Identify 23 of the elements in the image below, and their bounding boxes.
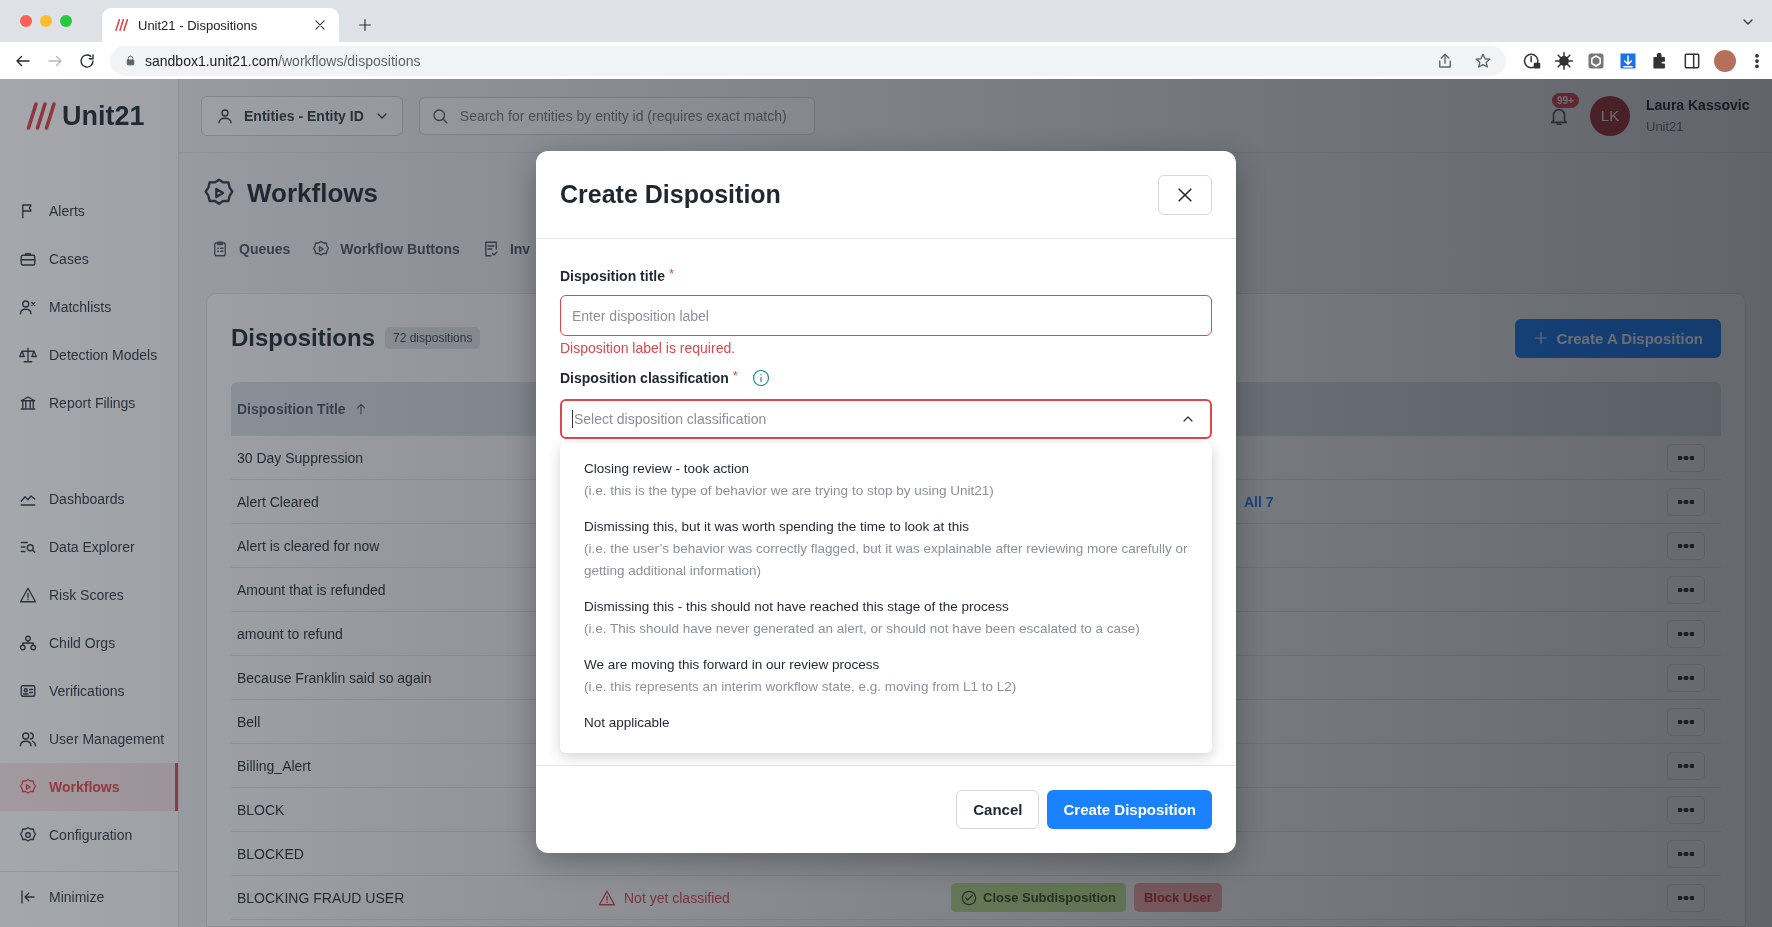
table-cell-text: 30 Day Suppression [236,449,365,466]
url-text: sandbox1.unit21.com/workflows/dispositions [145,52,421,69]
page-title: Workflows [247,177,378,209]
count-badge: 72 dispositions [385,327,481,349]
field-label: Disposition classification [560,370,729,386]
notification-badge: 99+ [1552,92,1579,108]
error-message: Disposition label is required. [560,339,737,357]
required-mark: * [669,267,675,281]
section-title: Dispositions [231,324,375,352]
field-label: Disposition title [560,268,665,284]
table-cell-text: BLOCKING FRAUD USER [236,889,406,906]
table-cell-text: Billing_Alert [236,757,312,774]
table-cell-text: Amount that is refunded [236,581,387,598]
table-cell-text: Because Franklin said so again [236,669,433,686]
table-cell-text: BLOCKED [236,845,305,862]
table-cell-text: BLOCK [236,801,286,818]
required-mark: * [732,369,738,383]
table-cell-text: Alert Cleared [236,493,320,510]
tab-title: Unit21 - Dispositions [138,17,259,33]
logo-text: Unit21 [62,100,145,132]
user-name: Laura Kassovic [1646,97,1751,113]
dialog-title: Create Disposition [560,180,781,209]
classification-status: Not yet classified [595,888,730,907]
